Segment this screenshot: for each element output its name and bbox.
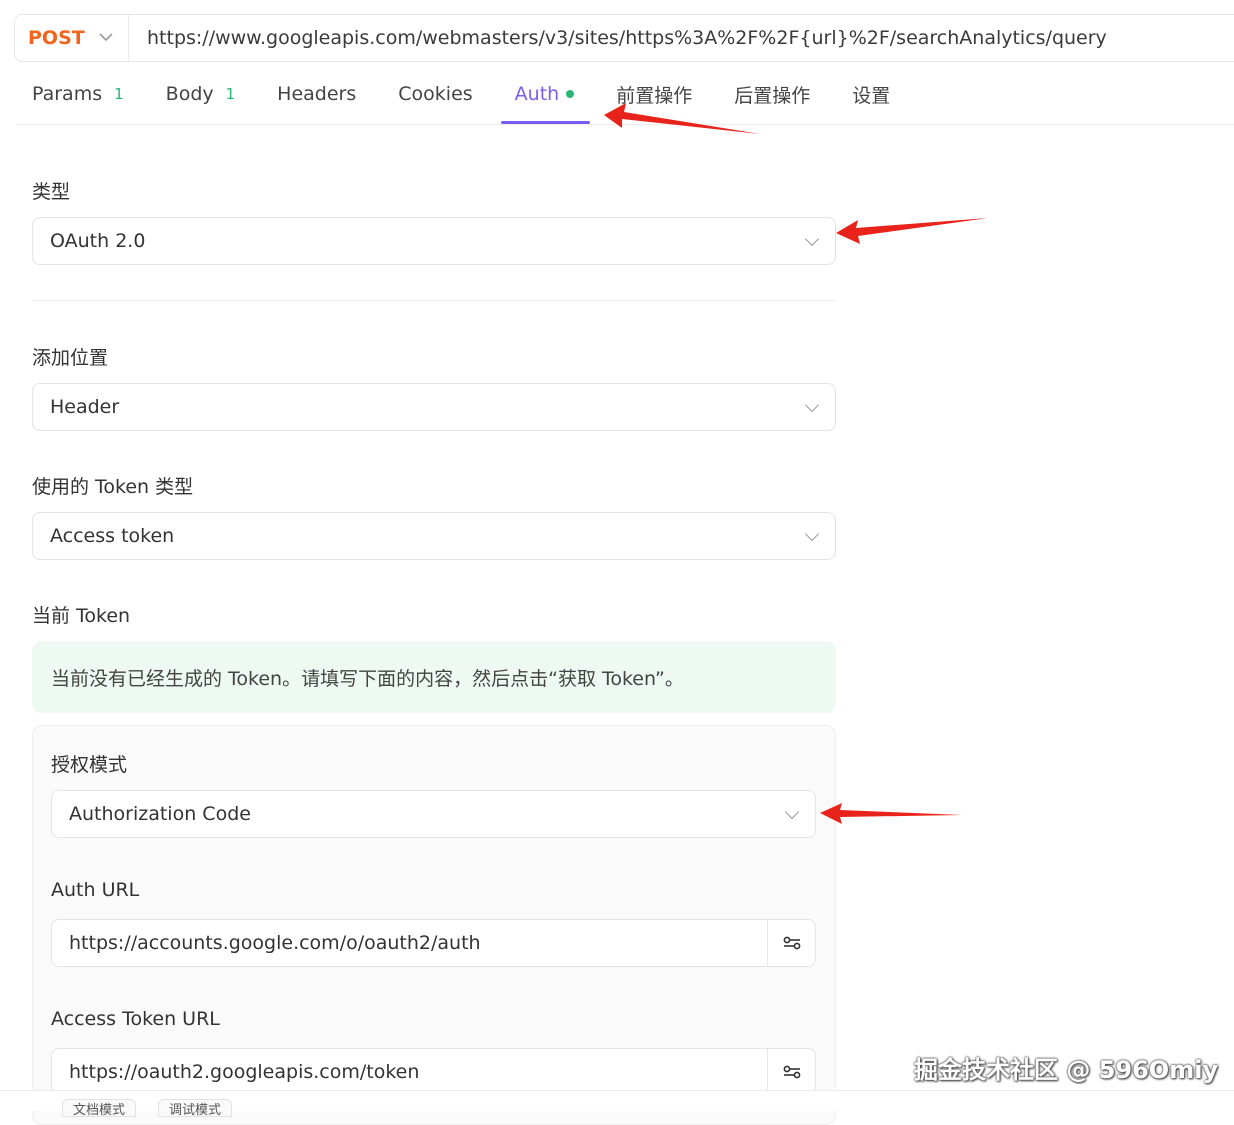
tab-label: Params: [32, 83, 103, 105]
chevron-down-icon: [784, 804, 800, 820]
tab-count-badge: 1: [225, 85, 236, 103]
tab-count-badge: 1: [114, 85, 124, 103]
annotation-arrow-icon: [836, 218, 988, 244]
chevron-down-icon: [804, 397, 820, 413]
current-token-label: 当前 Token: [32, 605, 131, 627]
add-to-select[interactable]: Header: [32, 383, 836, 431]
auth-url-label: Auth URL: [51, 879, 140, 901]
tab-headers[interactable]: Headers: [261, 64, 372, 124]
tab-label: Cookies: [398, 83, 473, 105]
auth-url-value: https://accounts.google.com/o/oauth2/aut…: [69, 932, 481, 954]
chevron-down-icon: [804, 526, 820, 542]
annotation-arrow-icon: [820, 803, 962, 824]
annotation-arrow-icon: [604, 103, 760, 134]
method-select[interactable]: POST: [15, 15, 129, 61]
token-type-value: Access token: [50, 525, 175, 547]
tab-body[interactable]: Body 1: [150, 64, 252, 124]
method-label: POST: [28, 27, 85, 49]
auth-type-value: OAuth 2.0: [50, 230, 146, 252]
token-type-label: 使用的 Token 类型: [32, 476, 194, 498]
tab-params[interactable]: Params 1: [16, 64, 140, 124]
url-input[interactable]: https://www.googleapis.com/webmasters/v3…: [129, 27, 1107, 49]
access-token-url-value: https://oauth2.googleapis.com/token: [69, 1061, 420, 1083]
sliders-icon: [783, 1065, 800, 1079]
chevron-down-icon: [804, 231, 820, 247]
grant-type-label: 授权模式: [51, 754, 128, 776]
variable-insert-button[interactable]: [767, 920, 815, 966]
status-dot-icon: [566, 90, 575, 98]
add-to-value: Header: [50, 396, 120, 418]
doc-mode-tab[interactable]: 文档模式: [62, 1099, 137, 1117]
tab-cookies[interactable]: Cookies: [382, 64, 488, 124]
token-type-select[interactable]: Access token: [32, 512, 836, 560]
auth-type-select[interactable]: OAuth 2.0: [32, 217, 836, 265]
tab-label: Headers: [277, 83, 357, 105]
token-notice-text: 当前没有已经生成的 Token。请填写下面的内容，然后点击“获取 Token”。: [51, 667, 684, 690]
request-bar: POST https://www.googleapis.com/webmaste…: [14, 14, 1234, 62]
access-token-url-label: Access Token URL: [51, 1008, 220, 1030]
token-notice: 当前没有已经生成的 Token。请填写下面的内容，然后点击“获取 Token”。: [32, 641, 836, 713]
bottom-bar: 文档模式 调试模式: [0, 1090, 1234, 1117]
grant-type-select[interactable]: Authorization Code: [51, 790, 816, 838]
tab-settings[interactable]: 设置: [836, 64, 906, 124]
tab-label: Auth: [514, 83, 560, 105]
tab-label: Body: [165, 83, 214, 105]
access-token-url-input[interactable]: https://oauth2.googleapis.com/token: [51, 1048, 816, 1096]
auth-type-label: 类型: [32, 181, 71, 203]
debug-mode-tab[interactable]: 调试模式: [158, 1099, 233, 1117]
tab-auth[interactable]: Auth: [499, 64, 591, 124]
grant-type-value: Authorization Code: [69, 803, 251, 825]
chevron-down-icon: [99, 30, 113, 46]
tab-label: 设置: [852, 84, 891, 107]
auth-url-input[interactable]: https://accounts.google.com/o/oauth2/aut…: [51, 919, 816, 967]
variable-insert-button[interactable]: [767, 1049, 815, 1095]
sliders-icon: [783, 936, 800, 950]
divider: [32, 300, 836, 301]
watermark: 掘金技术社区 @ 596Omiy: [914, 1056, 1219, 1084]
add-to-label: 添加位置: [32, 347, 109, 369]
